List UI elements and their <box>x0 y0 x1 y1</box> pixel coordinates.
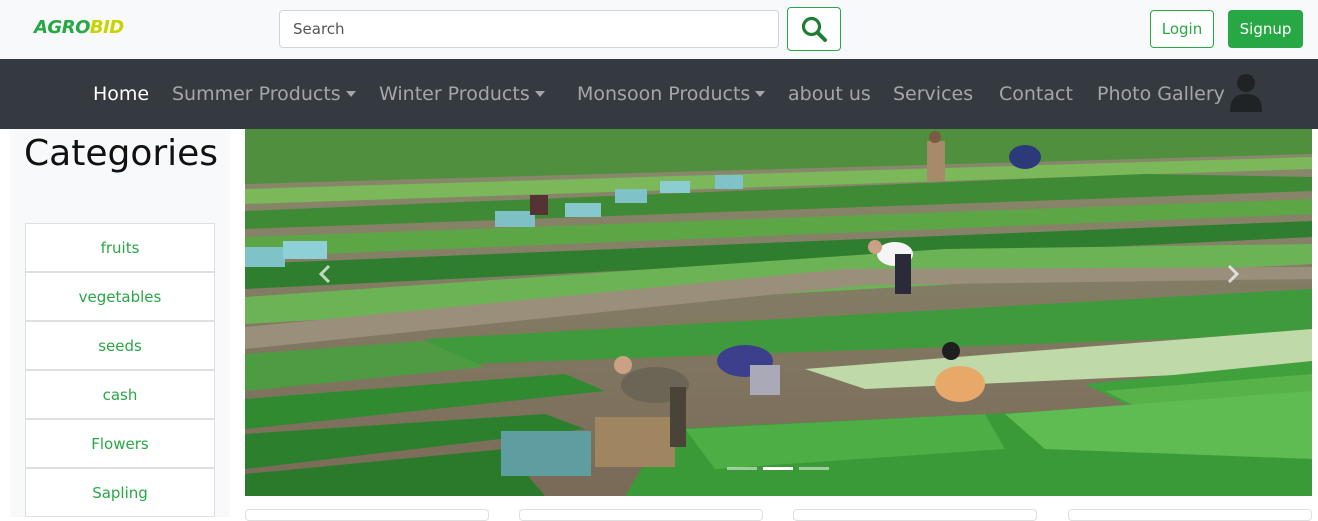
hero-carousel[interactable] <box>245 129 1312 496</box>
caret-down-icon <box>755 91 766 97</box>
category-label: seeds <box>98 336 142 355</box>
carousel-next-button[interactable] <box>1203 254 1263 294</box>
product-card[interactable] <box>245 509 489 521</box>
logo-text-agro: AGRO <box>34 17 90 38</box>
caret-down-icon <box>345 91 356 97</box>
nav-summer-products-label: Summer Products <box>172 83 341 105</box>
category-label: cash <box>102 385 138 404</box>
nav-about-us[interactable]: about us <box>788 59 871 129</box>
category-flowers[interactable]: Flowers <box>25 419 215 468</box>
logo-text-bid: BID <box>89 17 124 38</box>
user-icon[interactable] <box>1228 72 1264 112</box>
carousel-prev-button[interactable] <box>295 254 355 294</box>
caret-down-icon <box>534 91 545 97</box>
category-label: vegetables <box>78 287 162 306</box>
nav-contact-label: Contact <box>999 83 1073 105</box>
chevron-right-icon <box>1227 264 1240 284</box>
product-card[interactable] <box>1068 509 1312 521</box>
nav-monsoon-products[interactable]: Monsoon Products <box>577 59 766 129</box>
category-sapling[interactable]: Sapling <box>25 468 215 517</box>
categories-title: Categories <box>24 133 219 174</box>
nav-summer-products[interactable]: Summer Products <box>172 59 356 129</box>
nav-about-us-label: about us <box>788 83 871 105</box>
nav-contact[interactable]: Contact <box>999 59 1073 129</box>
top-bar: AGROBID Login Signup <box>0 0 1318 59</box>
category-vegetables[interactable]: vegetables <box>25 272 215 321</box>
category-cash[interactable]: cash <box>25 370 215 419</box>
category-seeds[interactable]: seeds <box>25 321 215 370</box>
chevron-left-icon <box>318 264 331 284</box>
search-icon <box>801 16 827 42</box>
main-navbar: Home Summer Products Winter Products Mon… <box>0 59 1318 129</box>
search-input[interactable] <box>279 10 779 48</box>
product-card[interactable] <box>793 509 1037 521</box>
nav-services[interactable]: Services <box>893 59 973 129</box>
nav-winter-products[interactable]: Winter Products <box>379 59 545 129</box>
product-card[interactable] <box>519 509 763 521</box>
category-label: Flowers <box>91 434 149 453</box>
nav-photo-gallery-label: Photo Gallery <box>1097 83 1225 105</box>
nav-home[interactable]: Home <box>93 59 149 129</box>
login-button[interactable]: Login <box>1150 10 1214 48</box>
nav-services-label: Services <box>893 83 974 105</box>
categories-sidebar: Categories fruits vegetables seeds cash … <box>10 129 230 517</box>
nav-photo-gallery[interactable]: Photo Gallery <box>1097 59 1225 129</box>
carousel-indicator[interactable] <box>727 467 757 470</box>
search-button[interactable] <box>787 7 841 51</box>
signup-button[interactable]: Signup <box>1228 10 1303 48</box>
brand-logo[interactable]: AGROBID <box>34 17 124 38</box>
category-label: fruits <box>100 238 140 257</box>
nav-monsoon-products-label: Monsoon Products <box>577 83 751 105</box>
category-fruits[interactable]: fruits <box>25 223 215 272</box>
carousel-indicator[interactable] <box>799 467 829 470</box>
nav-home-label: Home <box>93 83 150 105</box>
category-label: Sapling <box>92 483 148 502</box>
nav-winter-products-label: Winter Products <box>379 83 530 105</box>
carousel-indicator-active[interactable] <box>763 467 793 470</box>
farm-field-image <box>245 129 1312 496</box>
